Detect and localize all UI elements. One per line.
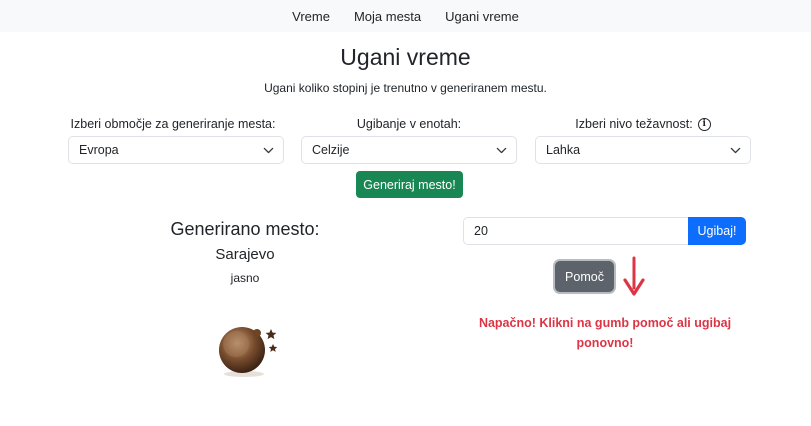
region-select-label-text: Izberi območje za generiranje mesta: [70,117,276,131]
guess-button[interactable]: Ugibaj! [688,217,746,245]
units-select-label-text: Ugibanje v enotah: [356,117,462,131]
info-icon[interactable]: i [697,117,711,131]
nav-link-moja-mesta[interactable]: Moja mesta [354,9,421,24]
page-title: Ugani vreme [340,44,471,70]
weather-description: jasno [230,271,260,285]
guess-input-value: 20 [474,224,488,238]
units-select[interactable]: Celzije [301,136,517,164]
error-message: Napačno! Klikni na gumb pomoč ali ugibaj… [478,316,732,350]
region-select-label: Izberi območje za generiranje mesta: [68,117,278,131]
region-select-value: Evropa [79,143,119,157]
arrow-down-icon [623,256,645,296]
difficulty-select-value: Lahka [546,143,581,157]
generated-city-name: Sarajevo [215,246,275,263]
generate-city-button[interactable]: Generiraj mesto! [356,171,463,198]
difficulty-select-label-text: Izberi nivo težavnost: [575,117,693,131]
moon-stars-icon [219,327,278,377]
difficulty-select-label: Izberi nivo težavnost: i [535,117,751,131]
nav-link-vreme[interactable]: Vreme [292,9,330,24]
chevron-down-icon [263,147,274,154]
chevron-down-icon [496,147,507,154]
help-button[interactable]: Pomoč [555,261,614,292]
chevron-down-icon [730,147,741,154]
units-select-label: Ugibanje v enotah: [301,117,517,131]
top-navbar: Vreme Moja mesta Ugani vreme [0,0,811,32]
generated-city-heading: Generirano mesto: [170,219,320,239]
guess-input[interactable]: 20 [463,217,691,245]
page-subtitle: Ugani koliko stopinj je trenutno v gener… [264,81,547,95]
units-select-value: Celzije [312,143,350,157]
nav-link-ugani-vreme[interactable]: Ugani vreme [445,9,519,24]
region-select[interactable]: Evropa [68,136,284,164]
difficulty-select[interactable]: Lahka [535,136,751,164]
